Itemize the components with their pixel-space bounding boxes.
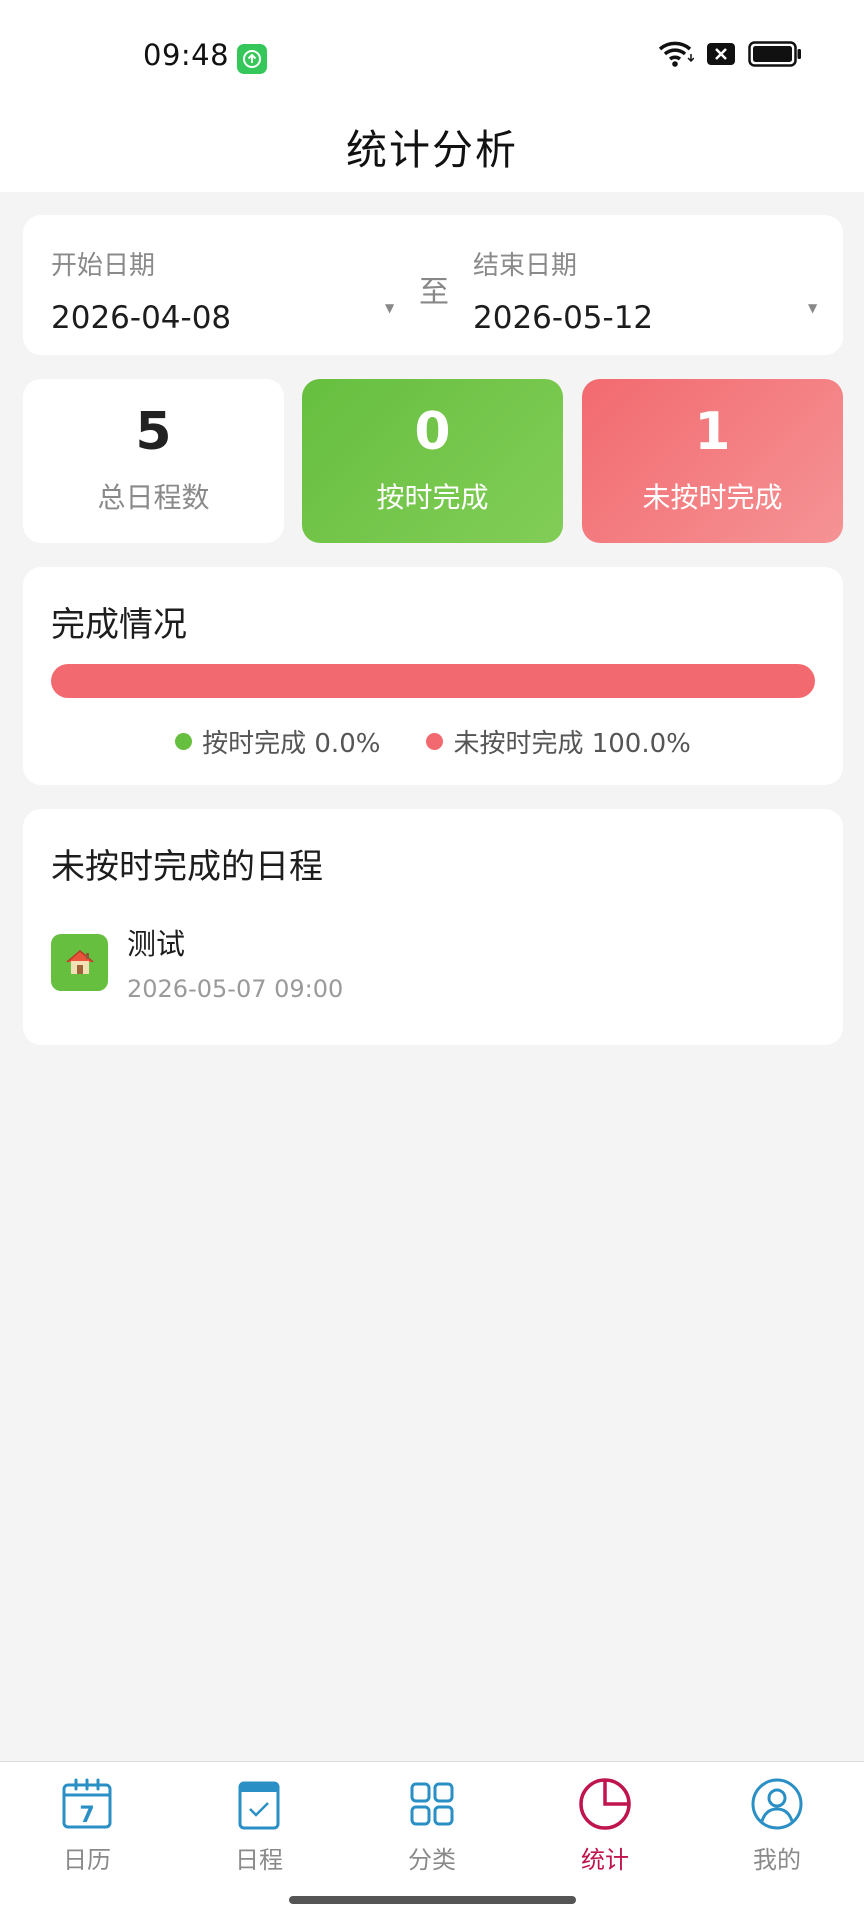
item-title: 测试 xyxy=(127,927,186,961)
end-date-value: 2026-05-12 xyxy=(473,300,654,336)
total-schedules-tile: 5 总日程数 xyxy=(23,379,284,543)
pie-chart-icon xyxy=(579,1778,631,1830)
nav-label: 分类 xyxy=(408,1846,456,1874)
end-date-label: 结束日期 xyxy=(473,251,578,281)
wifi-icon xyxy=(658,40,695,72)
status-time: 09:48 xyxy=(143,38,230,72)
legend-on-time: 按时完成 0.0% xyxy=(175,723,380,760)
home-indicator xyxy=(289,1896,576,1904)
red-dot-icon xyxy=(426,733,444,750)
late-list-title: 未按时完成的日程 xyxy=(51,847,323,887)
total-label: 总日程数 xyxy=(97,481,210,514)
nav-item-statistics[interactable]: 统计 xyxy=(545,1776,665,1875)
end-date-picker[interactable]: 结束日期 2026-05-12 xyxy=(473,245,653,336)
battery-icon xyxy=(748,41,802,71)
grid-icon xyxy=(410,1782,454,1826)
start-date-label: 开始日期 xyxy=(51,251,156,281)
user-icon xyxy=(751,1778,803,1830)
late-count: 1 xyxy=(694,402,731,462)
start-date-value: 2026-04-08 xyxy=(51,300,232,336)
late-label: 未按时完成 xyxy=(642,481,783,514)
nav-item-calendar[interactable]: 7 日历 xyxy=(27,1776,147,1875)
nav-item-profile[interactable]: 我的 xyxy=(717,1776,837,1875)
completion-progress-bar xyxy=(51,664,815,698)
on-time-tile: 0 按时完成 xyxy=(302,379,563,543)
page-title: 统计分析 xyxy=(346,126,518,174)
late-schedules-card: 未按时完成的日程 测试 2026-05-07 09:00 xyxy=(23,809,843,1045)
nav-label: 日历 xyxy=(63,1846,111,1874)
caret-down-icon[interactable]: ▼ xyxy=(385,301,394,315)
caret-down-icon[interactable]: ▼ xyxy=(808,301,817,315)
item-time: 2026-05-07 09:00 xyxy=(127,975,344,1003)
start-date-picker[interactable]: 开始日期 2026-04-08 xyxy=(51,245,231,336)
on-time-label: 按时完成 xyxy=(376,481,489,514)
upload-notification-icon xyxy=(237,44,267,74)
green-dot-icon xyxy=(175,733,193,750)
legend-late-text: 未按时完成 100.0% xyxy=(453,729,691,759)
nav-label: 统计 xyxy=(581,1846,629,1874)
status-bar: 09:48 xyxy=(0,0,864,100)
list-item[interactable]: 测试 2026-05-07 09:00 xyxy=(51,921,343,1003)
header: 统计分析 xyxy=(0,100,864,192)
calendar-icon: 7 xyxy=(62,1778,112,1829)
svg-text:7: 7 xyxy=(79,1803,94,1828)
nav-item-schedule[interactable]: 日程 xyxy=(199,1776,319,1875)
late-tile: 1 未按时完成 xyxy=(582,379,843,543)
house-icon xyxy=(51,933,108,991)
completion-legend: 按时完成 0.0% 未按时完成 100.0% xyxy=(23,723,843,760)
clipboard-icon xyxy=(238,1781,280,1830)
completion-card: 完成情况 按时完成 0.0% 未按时完成 100.0% xyxy=(23,567,843,785)
no-sim-icon xyxy=(706,42,736,70)
nav-label: 日程 xyxy=(235,1846,283,1874)
date-separator: 至 xyxy=(419,275,449,310)
on-time-count: 0 xyxy=(414,402,451,462)
completion-title: 完成情况 xyxy=(51,605,187,645)
date-range-card: 开始日期 2026-04-08 ▼ 至 结束日期 2026-05-12 ▼ xyxy=(23,215,843,355)
nav-label: 我的 xyxy=(753,1846,801,1874)
legend-late: 未按时完成 100.0% xyxy=(426,723,691,760)
nav-item-category[interactable]: 分类 xyxy=(372,1776,492,1875)
total-count: 5 xyxy=(135,402,172,462)
legend-on-time-text: 按时完成 0.0% xyxy=(202,729,381,759)
